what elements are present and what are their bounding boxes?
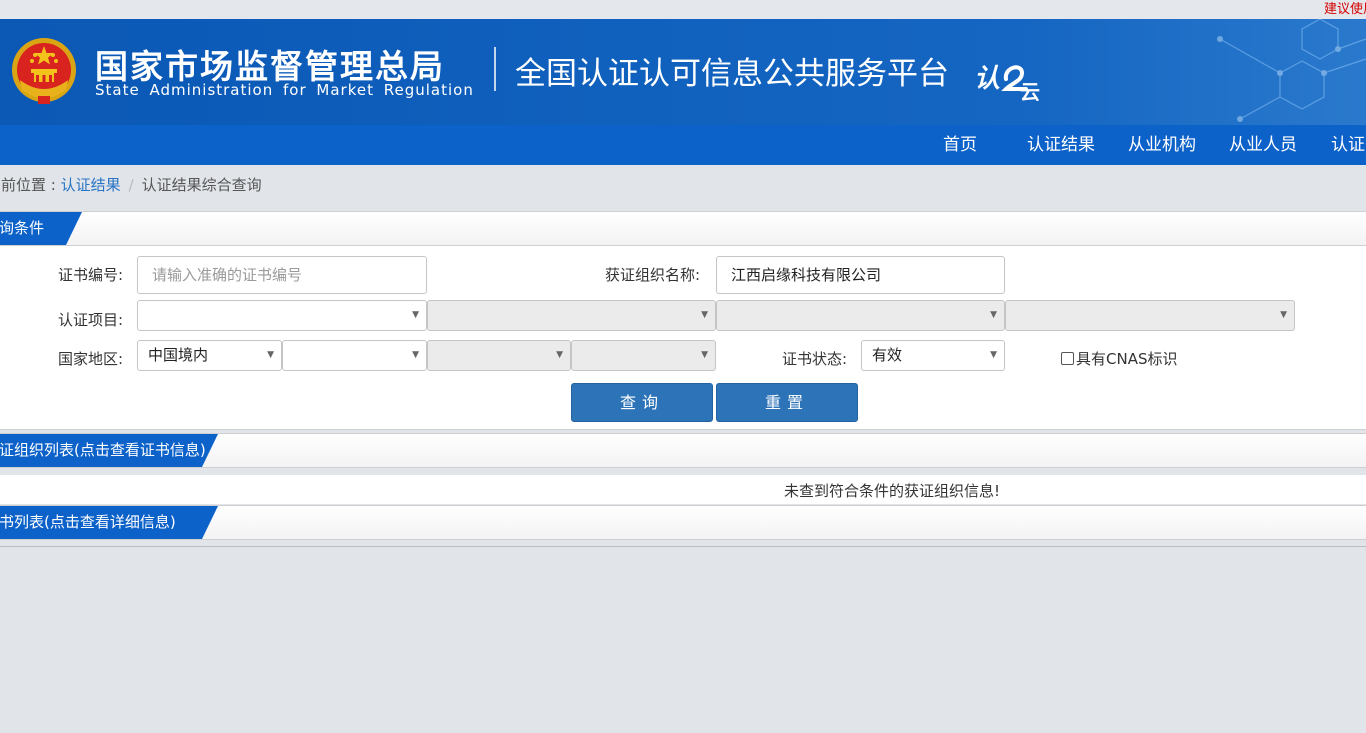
header-divider xyxy=(494,47,496,91)
section-tab: 查询条件 xyxy=(0,212,82,245)
browser-notice[interactable]: 建议使用 xyxy=(1324,0,1366,17)
nav-practitioners[interactable]: 从业人员 xyxy=(1229,125,1297,165)
cert-project-select-1[interactable]: ▼ xyxy=(137,300,427,331)
reset-button[interactable]: 重置 xyxy=(716,383,858,422)
divider xyxy=(0,546,1366,547)
breadcrumb-separator: / xyxy=(128,176,134,194)
region-select-2[interactable]: ▼ xyxy=(282,340,427,371)
cert-project-select-4[interactable]: ▼ xyxy=(1005,300,1295,331)
org-name-label: 获证组织名称: xyxy=(605,266,701,284)
nav-cert-results[interactable]: 认证结果 xyxy=(1027,125,1095,165)
chevron-down-icon: ▼ xyxy=(701,350,708,360)
national-emblem-icon xyxy=(12,38,76,104)
cnas-checkbox[interactable] xyxy=(1061,352,1074,365)
chevron-down-icon: ▼ xyxy=(990,350,997,360)
chevron-down-icon: ▼ xyxy=(412,350,419,360)
cert-list-header: 证书列表(点击查看详细信息) xyxy=(0,505,1366,540)
cert-list-title[interactable]: 证书列表(点击查看详细信息) xyxy=(0,506,176,539)
org-list-title[interactable]: 获证组织列表(点击查看证书信息) xyxy=(0,434,206,467)
query-section-title: 查询条件 xyxy=(0,219,45,237)
cnas-checkbox-row[interactable]: 具有CNAS标识 xyxy=(1061,348,1177,369)
query-section-header: 查询条件 xyxy=(0,211,1366,246)
svg-text:云: 云 xyxy=(1020,80,1040,101)
network-pattern-icon xyxy=(1217,19,1366,122)
chevron-down-icon: ▼ xyxy=(990,310,997,320)
section-tab: 获证组织列表(点击查看证书信息) xyxy=(0,434,218,467)
empty-result-message: 未查到符合条件的获证组织信息! xyxy=(784,482,1001,500)
region-label: 国家地区: xyxy=(58,350,124,368)
breadcrumb-prefix: 当前位置 : xyxy=(0,176,56,194)
platform-title: 全国认证认可信息公共服务平台 xyxy=(515,56,949,92)
cloud-logo-icon: 认 云 xyxy=(974,64,1040,101)
chevron-down-icon: ▼ xyxy=(412,310,419,320)
top-strip: 建议使用 xyxy=(0,0,1366,19)
breadcrumb: 当前位置 : 认证结果 / 认证结果综合查询 xyxy=(0,174,262,195)
breadcrumb-link-results[interactable]: 认证结果 xyxy=(61,176,121,194)
chevron-down-icon: ▼ xyxy=(701,310,708,320)
svg-text:认: 认 xyxy=(974,64,1000,94)
cert-number-input[interactable]: 请输入准确的证书编号 xyxy=(137,256,427,294)
cnas-label: 具有CNAS标识 xyxy=(1076,350,1178,368)
org-name-input[interactable]: 江西启缘科技有限公司 xyxy=(716,256,1005,294)
nav-cert-more[interactable]: 认证 xyxy=(1331,125,1365,165)
chevron-down-icon: ▼ xyxy=(1280,310,1287,320)
site-header: 国家市场监督管理总局 State Administration for Mark… xyxy=(0,19,1366,125)
query-button[interactable]: 查询 xyxy=(571,383,713,422)
org-list-header: 获证组织列表(点击查看证书信息) xyxy=(0,433,1366,468)
cert-status-label: 证书状态: xyxy=(782,350,848,368)
region-select-1[interactable]: 中国境内 ▼ xyxy=(137,340,282,371)
cert-project-select-3[interactable]: ▼ xyxy=(716,300,1005,331)
region-select-3[interactable]: ▼ xyxy=(427,340,571,371)
section-tab: 证书列表(点击查看详细信息) xyxy=(0,506,218,539)
org-list-empty-row: 未查到符合条件的获证组织信息! xyxy=(0,475,1366,504)
cert-number-label: 证书编号: xyxy=(58,266,124,284)
nav-home[interactable]: 首页 xyxy=(943,125,977,165)
nav-institutions[interactable]: 从业机构 xyxy=(1128,125,1196,165)
agency-name-en: State Administration for Market Regulati… xyxy=(95,81,474,99)
chevron-down-icon: ▼ xyxy=(267,350,274,360)
cert-project-label: 认证项目: xyxy=(58,311,124,329)
region-select-4[interactable]: ▼ xyxy=(571,340,716,371)
cert-project-select-2[interactable]: ▼ xyxy=(427,300,716,331)
chevron-down-icon: ▼ xyxy=(556,350,563,360)
breadcrumb-current: 认证结果综合查询 xyxy=(141,176,262,194)
main-nav: 首页 认证结果 从业机构 从业人员 认证 xyxy=(0,125,1366,165)
cert-status-select[interactable]: 有效 ▼ xyxy=(861,340,1005,371)
